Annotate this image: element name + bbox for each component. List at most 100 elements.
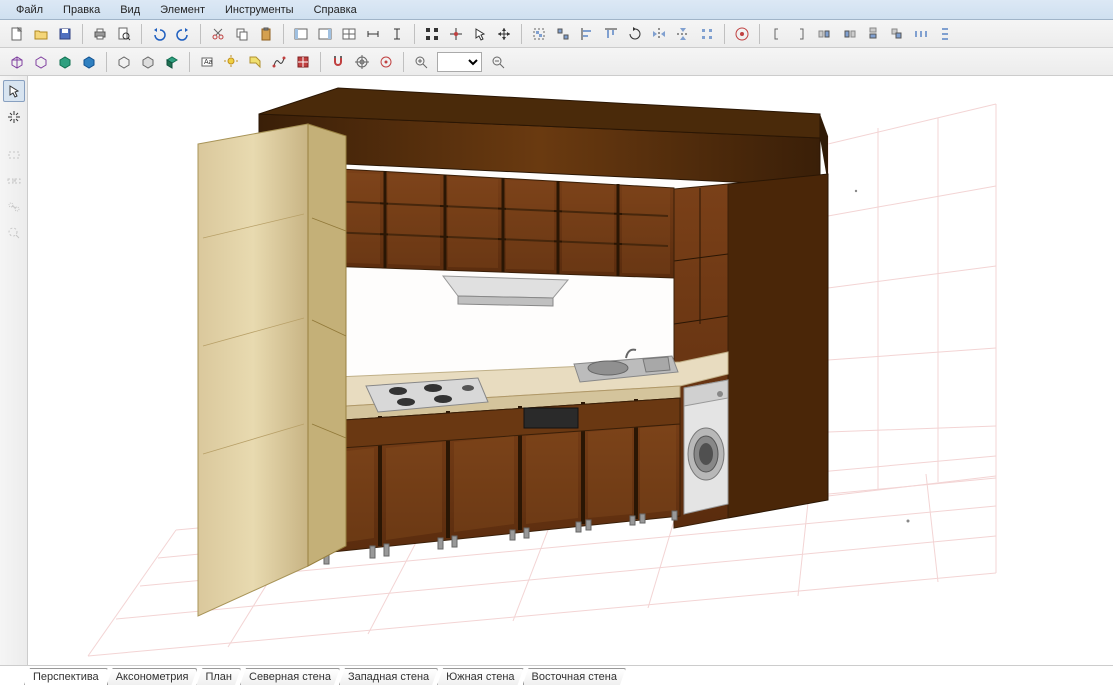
menu-edit[interactable]: Правка bbox=[53, 1, 110, 19]
mirror-h-button[interactable] bbox=[648, 23, 670, 45]
menu-bar: Файл Правка Вид Элемент Инструменты Спра… bbox=[0, 0, 1113, 20]
tall-light-cabinet bbox=[198, 124, 346, 616]
clone-stack-button[interactable] bbox=[886, 23, 908, 45]
tab-perspective[interactable]: Перспектива bbox=[24, 668, 108, 685]
select-grid-button[interactable] bbox=[421, 23, 443, 45]
pointer-button[interactable] bbox=[469, 23, 491, 45]
distribute-v-button[interactable] bbox=[934, 23, 956, 45]
search-dashed-button[interactable] bbox=[3, 222, 25, 244]
dimension-h-button[interactable] bbox=[362, 23, 384, 45]
align-left-button[interactable] bbox=[576, 23, 598, 45]
viewport-3d[interactable] bbox=[28, 76, 1113, 665]
toolbar-separator bbox=[106, 52, 107, 72]
zoom-level-dropdown[interactable] bbox=[437, 52, 482, 72]
wire-1-button[interactable] bbox=[113, 51, 135, 73]
tab-plan[interactable]: План bbox=[196, 668, 241, 685]
toolbar-separator bbox=[200, 24, 201, 44]
toolbar-separator bbox=[521, 24, 522, 44]
toolbar-view: Aa bbox=[0, 48, 1113, 76]
zoom-in-button[interactable] bbox=[410, 51, 432, 73]
catalog-panel-button[interactable] bbox=[314, 23, 336, 45]
light-button[interactable] bbox=[220, 51, 242, 73]
kitchen-3d-scene bbox=[28, 76, 1113, 665]
text-tool-button[interactable]: Aa bbox=[196, 51, 218, 73]
menu-help[interactable]: Справка bbox=[304, 1, 367, 19]
copy-button[interactable] bbox=[231, 23, 253, 45]
toolbar-separator bbox=[414, 24, 415, 44]
toolbar-separator bbox=[141, 24, 142, 44]
tab-west-wall[interactable]: Западная стена bbox=[339, 668, 438, 685]
clone-right-button[interactable] bbox=[838, 23, 860, 45]
grid-button[interactable] bbox=[292, 51, 314, 73]
magnet-button[interactable] bbox=[327, 51, 349, 73]
save-doc-button[interactable] bbox=[54, 23, 76, 45]
menu-file[interactable]: Файл bbox=[6, 1, 53, 19]
bracket-l-button[interactable] bbox=[766, 23, 788, 45]
print-preview-button[interactable] bbox=[113, 23, 135, 45]
distribute-h-button[interactable] bbox=[910, 23, 932, 45]
view-3d-1-button[interactable] bbox=[6, 51, 28, 73]
ungroup-button[interactable] bbox=[552, 23, 574, 45]
tall-column-side bbox=[728, 174, 828, 518]
washing-machine bbox=[684, 380, 728, 514]
scene-marker bbox=[855, 190, 857, 192]
link-dashed-button[interactable] bbox=[3, 170, 25, 192]
toolbar-separator bbox=[724, 24, 725, 44]
toolbar-separator bbox=[320, 52, 321, 72]
move-button[interactable] bbox=[493, 23, 515, 45]
view-3d-2-button[interactable] bbox=[30, 51, 52, 73]
path-button[interactable] bbox=[268, 51, 290, 73]
group-button[interactable] bbox=[528, 23, 550, 45]
new-doc-button[interactable] bbox=[6, 23, 28, 45]
array-button[interactable] bbox=[696, 23, 718, 45]
light-burst-button[interactable] bbox=[3, 106, 25, 128]
toolbar-separator bbox=[283, 24, 284, 44]
toolbar-separator bbox=[82, 24, 83, 44]
toolbar-main bbox=[0, 20, 1113, 48]
info-button[interactable] bbox=[731, 23, 753, 45]
range-hood bbox=[443, 276, 568, 298]
arrow-select-button[interactable] bbox=[3, 80, 25, 102]
materials-panel-button[interactable] bbox=[338, 23, 360, 45]
cut-button[interactable] bbox=[207, 23, 229, 45]
menu-element[interactable]: Элемент bbox=[150, 1, 215, 19]
redo-button[interactable] bbox=[172, 23, 194, 45]
clone-left-button[interactable] bbox=[814, 23, 836, 45]
open-doc-button[interactable] bbox=[30, 23, 52, 45]
tab-north-wall[interactable]: Северная стена bbox=[240, 668, 340, 685]
workspace bbox=[0, 76, 1113, 665]
menu-view[interactable]: Вид bbox=[110, 1, 150, 19]
view-3d-3-button[interactable] bbox=[54, 51, 76, 73]
print-button[interactable] bbox=[89, 23, 111, 45]
clone-up-button[interactable] bbox=[862, 23, 884, 45]
paste-button[interactable] bbox=[255, 23, 277, 45]
tab-axonometry[interactable]: Аксонометрия bbox=[107, 668, 198, 685]
zoom-out-button[interactable] bbox=[487, 51, 509, 73]
toolbar-separator bbox=[403, 52, 404, 72]
tag-button[interactable] bbox=[244, 51, 266, 73]
target-button[interactable] bbox=[351, 51, 373, 73]
tab-east-wall[interactable]: Восточная стена bbox=[523, 668, 626, 685]
toolbar-separator bbox=[759, 24, 760, 44]
snap-button[interactable] bbox=[445, 23, 467, 45]
side-toolbar bbox=[0, 76, 28, 665]
rotate-button[interactable] bbox=[624, 23, 646, 45]
mirror-v-button[interactable] bbox=[672, 23, 694, 45]
toolbar-separator bbox=[189, 52, 190, 72]
undo-button[interactable] bbox=[148, 23, 170, 45]
bracket-r-button[interactable] bbox=[790, 23, 812, 45]
svg-text:Aa: Aa bbox=[204, 59, 213, 66]
scene-marker bbox=[907, 520, 910, 523]
tab-south-wall[interactable]: Южная стена bbox=[437, 668, 523, 685]
dimension-v-button[interactable] bbox=[386, 23, 408, 45]
upper-cabinets bbox=[323, 168, 674, 278]
wire-2-button[interactable] bbox=[137, 51, 159, 73]
align-top-button[interactable] bbox=[600, 23, 622, 45]
target-2-button[interactable] bbox=[375, 51, 397, 73]
wire-3-button[interactable] bbox=[161, 51, 183, 73]
rect-dashed-button[interactable] bbox=[3, 144, 25, 166]
view-3d-4-button[interactable] bbox=[78, 51, 100, 73]
layer-panel-button[interactable] bbox=[290, 23, 312, 45]
chain-dashed-button[interactable] bbox=[3, 196, 25, 218]
menu-tools[interactable]: Инструменты bbox=[215, 1, 304, 19]
